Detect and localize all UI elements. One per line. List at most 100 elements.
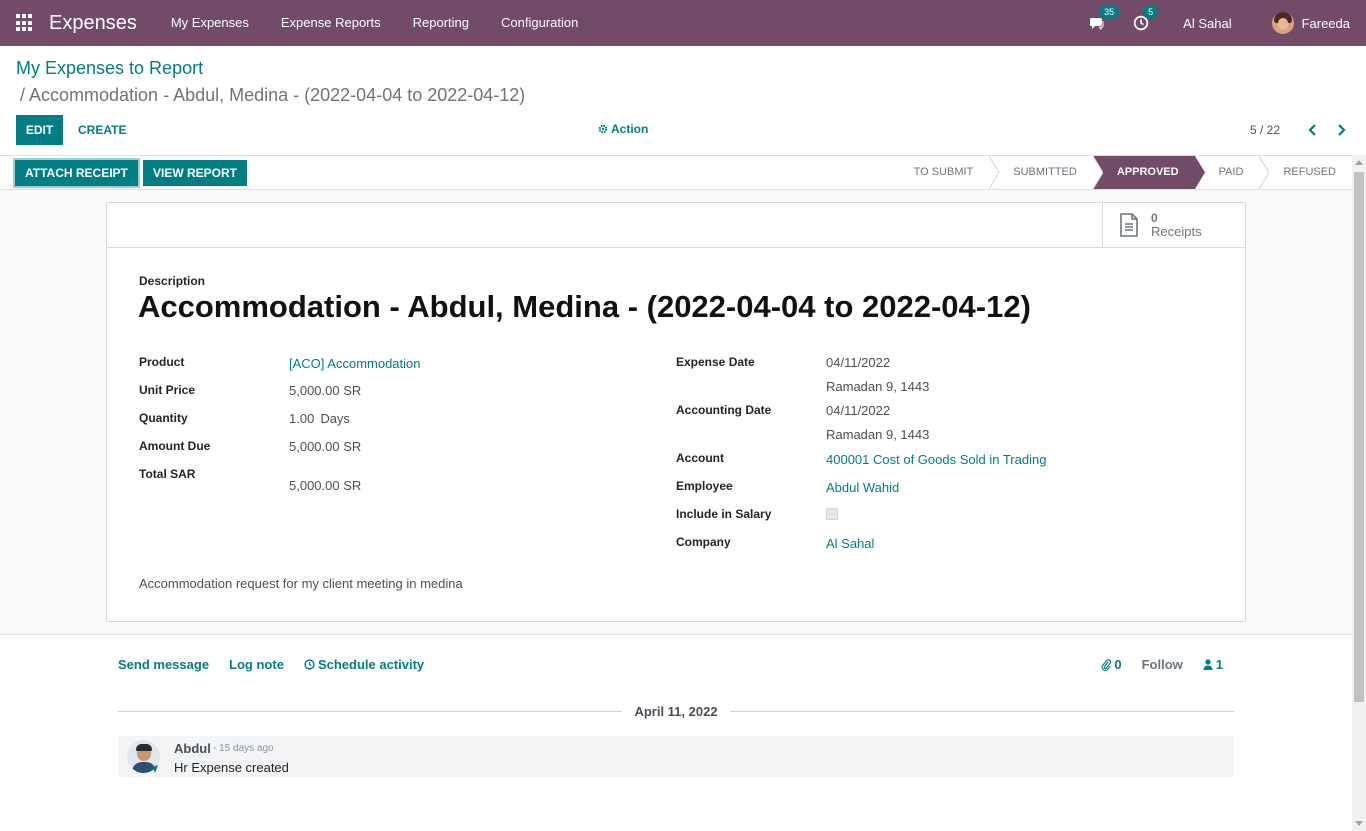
unit-price-label: Unit Price bbox=[139, 383, 196, 397]
menu-configuration[interactable]: Configuration bbox=[485, 0, 594, 46]
button-box: 0 Receipts bbox=[107, 203, 1245, 248]
activities-clock-icon[interactable]: 5 bbox=[1133, 5, 1159, 31]
edit-button[interactable]: EDIT bbox=[16, 115, 63, 145]
main-menu: My Expenses Expense Reports Reporting Co… bbox=[155, 0, 594, 46]
messages-icon[interactable]: 35 bbox=[1089, 5, 1120, 31]
pager-previous-button[interactable] bbox=[1304, 121, 1322, 139]
user-name: Fareeda bbox=[1301, 15, 1350, 31]
chatter-topbar: Send message Log note Schedule activity bbox=[118, 657, 444, 672]
product-link[interactable]: [ACO] Accommodation bbox=[289, 356, 421, 383]
apps-menu-icon[interactable] bbox=[16, 14, 34, 32]
amount-due-value: 5,000.00 SR bbox=[289, 439, 362, 454]
company-switcher[interactable]: Al Sahal bbox=[1183, 16, 1231, 31]
followers-count: 1 bbox=[1215, 657, 1223, 672]
top-navbar: Expenses My Expenses Expense Reports Rep… bbox=[0, 0, 1366, 46]
stage-separator bbox=[1259, 156, 1270, 189]
menu-my-expenses[interactable]: My Expenses bbox=[155, 0, 265, 46]
description-label: Description bbox=[139, 274, 206, 288]
chevron-left-icon bbox=[1308, 124, 1316, 136]
document-icon bbox=[1120, 213, 1138, 237]
expense-date-hijri: Ramadan 9, 1443 bbox=[826, 379, 930, 394]
employee-link[interactable]: Abdul Wahid bbox=[826, 480, 899, 507]
pager-next-button[interactable] bbox=[1332, 121, 1350, 139]
receipts-count: 0 bbox=[1151, 211, 1158, 225]
form-statusbar: ATTACH RECEIPT VIEW REPORT TO SUBMIT SUB… bbox=[0, 155, 1352, 190]
quantity-value: 1.00 bbox=[289, 411, 315, 426]
amount-due-label: Amount Due bbox=[139, 439, 211, 453]
scroll-up-arrow[interactable] bbox=[1355, 160, 1363, 165]
stage-submitted[interactable]: SUBMITTED bbox=[989, 156, 1103, 189]
breadcrumb: My Expenses to Report / Accommodation - … bbox=[16, 58, 525, 106]
create-button[interactable]: CREATE bbox=[70, 115, 134, 145]
attach-receipt-button[interactable]: ATTACH RECEIPT bbox=[13, 158, 140, 188]
clock-icon bbox=[304, 659, 315, 670]
schedule-activity-button[interactable]: Schedule activity bbox=[304, 657, 424, 672]
stage-label: SUBMITTED bbox=[1013, 166, 1077, 178]
account-link[interactable]: 400001 Cost of Goods Sold in Trading bbox=[826, 452, 1046, 479]
stage-separator bbox=[989, 156, 1000, 189]
quantity-label: Quantity bbox=[139, 411, 188, 425]
messages-count-badge: 35 bbox=[1099, 5, 1120, 19]
expense-notes: Accommodation request for my client meet… bbox=[139, 576, 463, 591]
breadcrumb-parent[interactable]: My Expenses to Report bbox=[16, 58, 525, 79]
menu-expense-reports[interactable]: Expense Reports bbox=[265, 0, 397, 46]
pager: 5 / 22 bbox=[1250, 121, 1350, 139]
status-stages: TO SUBMIT SUBMITTED APPROVED PAID REFUSE… bbox=[898, 156, 1352, 189]
description-title[interactable]: Accommodation - Abdul, Medina - (2022-04… bbox=[138, 289, 1031, 325]
account-label: Account bbox=[676, 451, 724, 465]
stage-refused[interactable]: REFUSED bbox=[1259, 156, 1352, 189]
date-separator-label: April 11, 2022 bbox=[634, 703, 718, 719]
chatter-message: Abdul - 15 days ago Hr Expense created bbox=[118, 736, 1234, 777]
menu-reporting[interactable]: Reporting bbox=[397, 0, 485, 46]
company-link[interactable]: Al Sahal bbox=[826, 536, 874, 563]
stage-approved[interactable]: APPROVED bbox=[1092, 156, 1205, 189]
right-field-group: Expense Date 04/11/2022 Ramadan 9, 1443 … bbox=[676, 355, 1216, 563]
stage-label: PAID bbox=[1218, 166, 1244, 178]
chevron-right-icon bbox=[1338, 124, 1346, 136]
attachments-button[interactable]: 0 bbox=[1101, 657, 1122, 672]
user-menu[interactable]: Fareeda bbox=[1271, 12, 1350, 34]
include-salary-checkbox[interactable] bbox=[826, 508, 838, 520]
send-message-button[interactable]: Send message bbox=[118, 657, 209, 672]
total-value: 5,000.00 SR bbox=[289, 478, 362, 493]
chatter-followers: 0 Follow 1 bbox=[1081, 657, 1223, 672]
date-separator: April 11, 2022 bbox=[118, 703, 1234, 719]
left-field-group: Product [ACO] Accommodation Unit Price 5… bbox=[139, 355, 639, 495]
schedule-activity-label: Schedule activity bbox=[317, 657, 425, 672]
user-avatar bbox=[1271, 12, 1294, 34]
view-report-button[interactable]: VIEW REPORT bbox=[143, 160, 248, 186]
log-note-button[interactable]: Log note bbox=[229, 657, 284, 672]
stage-label: REFUSED bbox=[1283, 166, 1336, 178]
message-body: Hr Expense created bbox=[174, 760, 289, 775]
action-label: Action bbox=[611, 122, 649, 136]
scroll-thumb[interactable] bbox=[1354, 172, 1364, 702]
page-scrollbar[interactable] bbox=[1352, 155, 1366, 831]
user-icon bbox=[1203, 659, 1213, 670]
form-sheet: 0 Receipts Description Accommodation - A… bbox=[106, 202, 1246, 622]
message-time: - 15 days ago bbox=[213, 743, 274, 754]
message-author[interactable]: Abdul bbox=[174, 741, 211, 756]
app-title[interactable]: Expenses bbox=[49, 12, 137, 35]
breadcrumb-current: / Accommodation - Abdul, Medina - (2022-… bbox=[20, 85, 526, 105]
scroll-down-arrow[interactable] bbox=[1355, 821, 1363, 826]
airplane-icon bbox=[150, 765, 158, 773]
accounting-date-hijri: Ramadan 9, 1443 bbox=[826, 427, 930, 442]
activities-count-badge: 5 bbox=[1143, 5, 1159, 19]
attachments-count: 0 bbox=[1114, 657, 1122, 672]
receipts-text: 0 Receipts bbox=[1151, 211, 1202, 239]
stage-separator bbox=[1194, 156, 1205, 189]
expense-date-label: Expense Date bbox=[676, 355, 755, 369]
unit-price-value: 5,000.00 SR bbox=[289, 383, 362, 398]
include-salary-label: Include in Salary bbox=[676, 507, 772, 521]
pager-value[interactable]: 5 / 22 bbox=[1250, 123, 1280, 137]
stage-label: TO SUBMIT bbox=[913, 166, 974, 178]
follow-button[interactable]: Follow bbox=[1142, 657, 1183, 672]
accounting-date-value: 04/11/2022 bbox=[826, 403, 891, 418]
company-label: Company bbox=[676, 535, 731, 549]
receipts-smart-button[interactable]: 0 Receipts bbox=[1102, 203, 1245, 247]
expense-date-value: 04/11/2022 bbox=[826, 355, 891, 370]
followers-button[interactable]: 1 bbox=[1203, 657, 1223, 672]
action-dropdown[interactable]: Action bbox=[598, 122, 648, 136]
systray: 35 5 Al Sahal Fareeda bbox=[1075, 0, 1366, 46]
stage-to-submit[interactable]: TO SUBMIT bbox=[898, 156, 1000, 189]
